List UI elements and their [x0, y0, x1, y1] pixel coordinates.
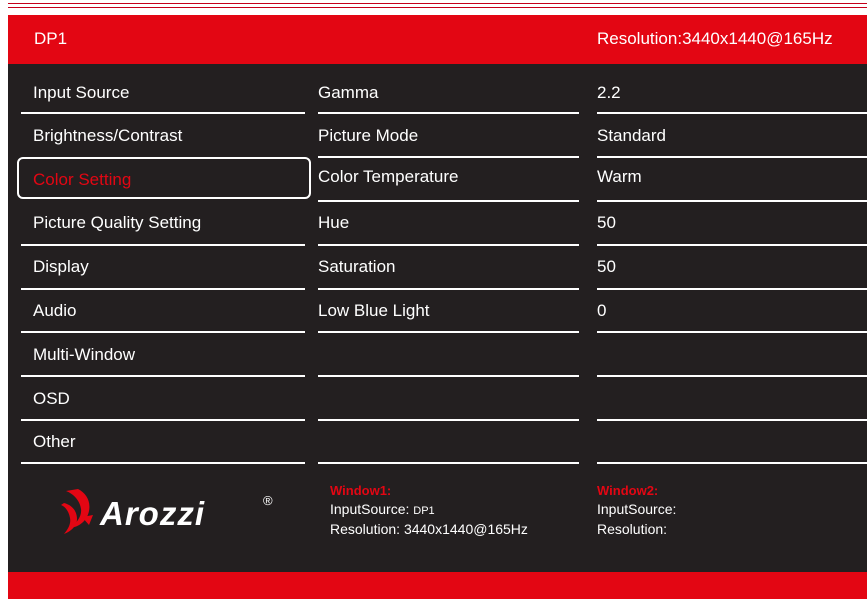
window1-resolution-value: 3440x1440@165Hz: [403, 521, 528, 537]
resolution-label: Resolution:: [597, 29, 683, 48]
menu-divider: [21, 419, 305, 421]
current-input: DP1: [34, 29, 68, 48]
menu-divider: [21, 288, 305, 290]
param-saturation-value[interactable]: 50: [597, 257, 616, 277]
param-picture-mode-label[interactable]: Picture Mode: [318, 126, 418, 146]
resolution-value: 3440x1440@165Hz: [682, 29, 833, 48]
param-saturation-label[interactable]: Saturation: [318, 257, 396, 277]
menu-divider: [21, 244, 305, 246]
value-divider: [597, 112, 867, 114]
param-hue-value[interactable]: 50: [597, 213, 616, 233]
osd-panel: DP1 Resolution:3440x1440@165Hz Input Sou…: [8, 15, 867, 599]
value-divider: [597, 419, 867, 421]
value-divider: [597, 156, 867, 158]
param-picture-mode-value[interactable]: Standard: [597, 126, 666, 146]
top-rule: [8, 3, 867, 4]
menu-item-osd[interactable]: OSD: [33, 389, 70, 409]
window1-resolution-label: Resolution:: [330, 521, 401, 537]
current-resolution: Resolution:3440x1440@165Hz: [597, 29, 833, 49]
window1-input-label: InputSource:: [330, 501, 410, 517]
param-divider: [318, 200, 579, 202]
window2-input-source: InputSource:: [597, 501, 677, 517]
menu-divider: [21, 112, 305, 114]
param-low-blue-light-label[interactable]: Low Blue Light: [318, 301, 430, 321]
menu-divider: [21, 331, 305, 333]
window1-input-source: InputSource: DP1: [330, 501, 435, 517]
logo-text: Arozzi: [99, 495, 205, 532]
param-divider: [318, 331, 579, 333]
param-color-temperature-value[interactable]: Warm: [597, 167, 642, 187]
menu-item-other[interactable]: Other: [33, 432, 76, 452]
value-divider: [597, 200, 867, 202]
param-divider: [318, 375, 579, 377]
param-gamma-value[interactable]: 2.2: [597, 83, 621, 103]
osd-footer-bar: [8, 572, 867, 599]
param-gamma-label[interactable]: Gamma: [318, 83, 378, 103]
menu-item-color-setting[interactable]: Color Setting: [33, 170, 131, 190]
window2-resolution: Resolution:: [597, 521, 668, 537]
value-divider: [597, 375, 867, 377]
menu-item-input-source[interactable]: Input Source: [33, 83, 129, 103]
param-low-blue-light-value[interactable]: 0: [597, 301, 606, 321]
arozzi-emblem-icon: [61, 489, 93, 534]
window1-input-value: DP1: [413, 505, 435, 517]
value-divider: [597, 331, 867, 333]
top-rule: [8, 7, 867, 8]
menu-item-picture-quality-setting[interactable]: Picture Quality Setting: [33, 213, 201, 233]
menu-divider: [21, 375, 305, 377]
registered-mark: ®: [263, 493, 273, 508]
window1-resolution: Resolution: 3440x1440@165Hz: [330, 521, 528, 537]
value-divider: [597, 462, 867, 464]
param-divider: [318, 419, 579, 421]
window2-title: Window2:: [597, 483, 659, 498]
param-divider: [318, 288, 579, 290]
arozzi-logo: Arozzi ®: [61, 489, 273, 534]
menu-item-display[interactable]: Display: [33, 257, 89, 277]
osd-header: DP1 Resolution:3440x1440@165Hz: [8, 15, 867, 64]
param-hue-label[interactable]: Hue: [318, 213, 349, 233]
menu-item-brightness-contrast[interactable]: Brightness/Contrast: [33, 126, 182, 146]
param-divider: [318, 244, 579, 246]
menu-item-audio[interactable]: Audio: [33, 301, 76, 321]
param-divider: [318, 462, 579, 464]
window1-title: Window1:: [330, 483, 392, 498]
menu-item-multi-window[interactable]: Multi-Window: [33, 345, 135, 365]
menu-divider: [21, 462, 305, 464]
param-color-temperature-label[interactable]: Color Temperature: [318, 167, 458, 187]
value-divider: [597, 244, 867, 246]
value-divider: [597, 288, 867, 290]
param-divider: [318, 112, 579, 114]
param-divider: [318, 156, 579, 158]
